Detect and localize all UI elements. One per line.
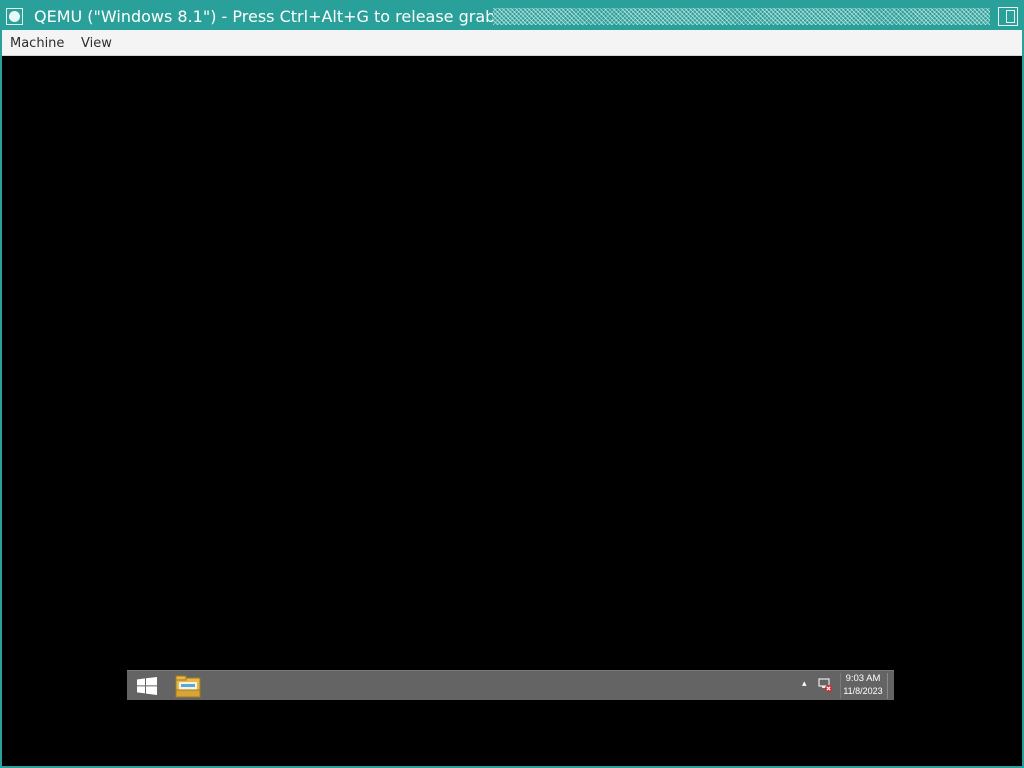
menu-view[interactable]: View — [81, 36, 112, 51]
qemu-window: QEMU ("Windows 8.1") - Press Ctrl+Alt+G … — [0, 0, 1024, 768]
menu-machine[interactable]: Machine — [10, 36, 64, 51]
window-title: QEMU ("Windows 8.1") - Press Ctrl+Alt+G … — [34, 7, 496, 26]
windows-logo-icon — [137, 677, 157, 695]
title-bar[interactable]: QEMU ("Windows 8.1") - Press Ctrl+Alt+G … — [2, 2, 1022, 30]
guest-taskbar: ▴ 9:03 AM 11/8/2023 — [127, 670, 894, 700]
show-hidden-icons-button[interactable]: ▴ — [802, 679, 807, 689]
maximize-button[interactable] — [998, 7, 1018, 26]
taskbar-clock[interactable]: 9:03 AM 11/8/2023 — [841, 673, 885, 699]
show-desktop-button[interactable] — [887, 673, 888, 699]
file-explorer-button[interactable] — [173, 673, 203, 699]
window-menu-button[interactable] — [6, 8, 23, 25]
clock-time: 9:03 AM — [845, 673, 881, 684]
network-disconnected-icon[interactable] — [817, 677, 833, 693]
start-button[interactable] — [133, 675, 159, 697]
clock-date: 11/8/2023 — [843, 686, 883, 696]
file-explorer-icon — [175, 675, 201, 698]
menu-bar: Machine View — [2, 30, 1022, 56]
maximize-icon — [1006, 10, 1015, 23]
window-menu-icon — [9, 11, 20, 22]
title-bar-pattern — [493, 8, 990, 25]
guest-display[interactable]: ▴ 9:03 AM 11/8/2023 — [2, 56, 1022, 766]
